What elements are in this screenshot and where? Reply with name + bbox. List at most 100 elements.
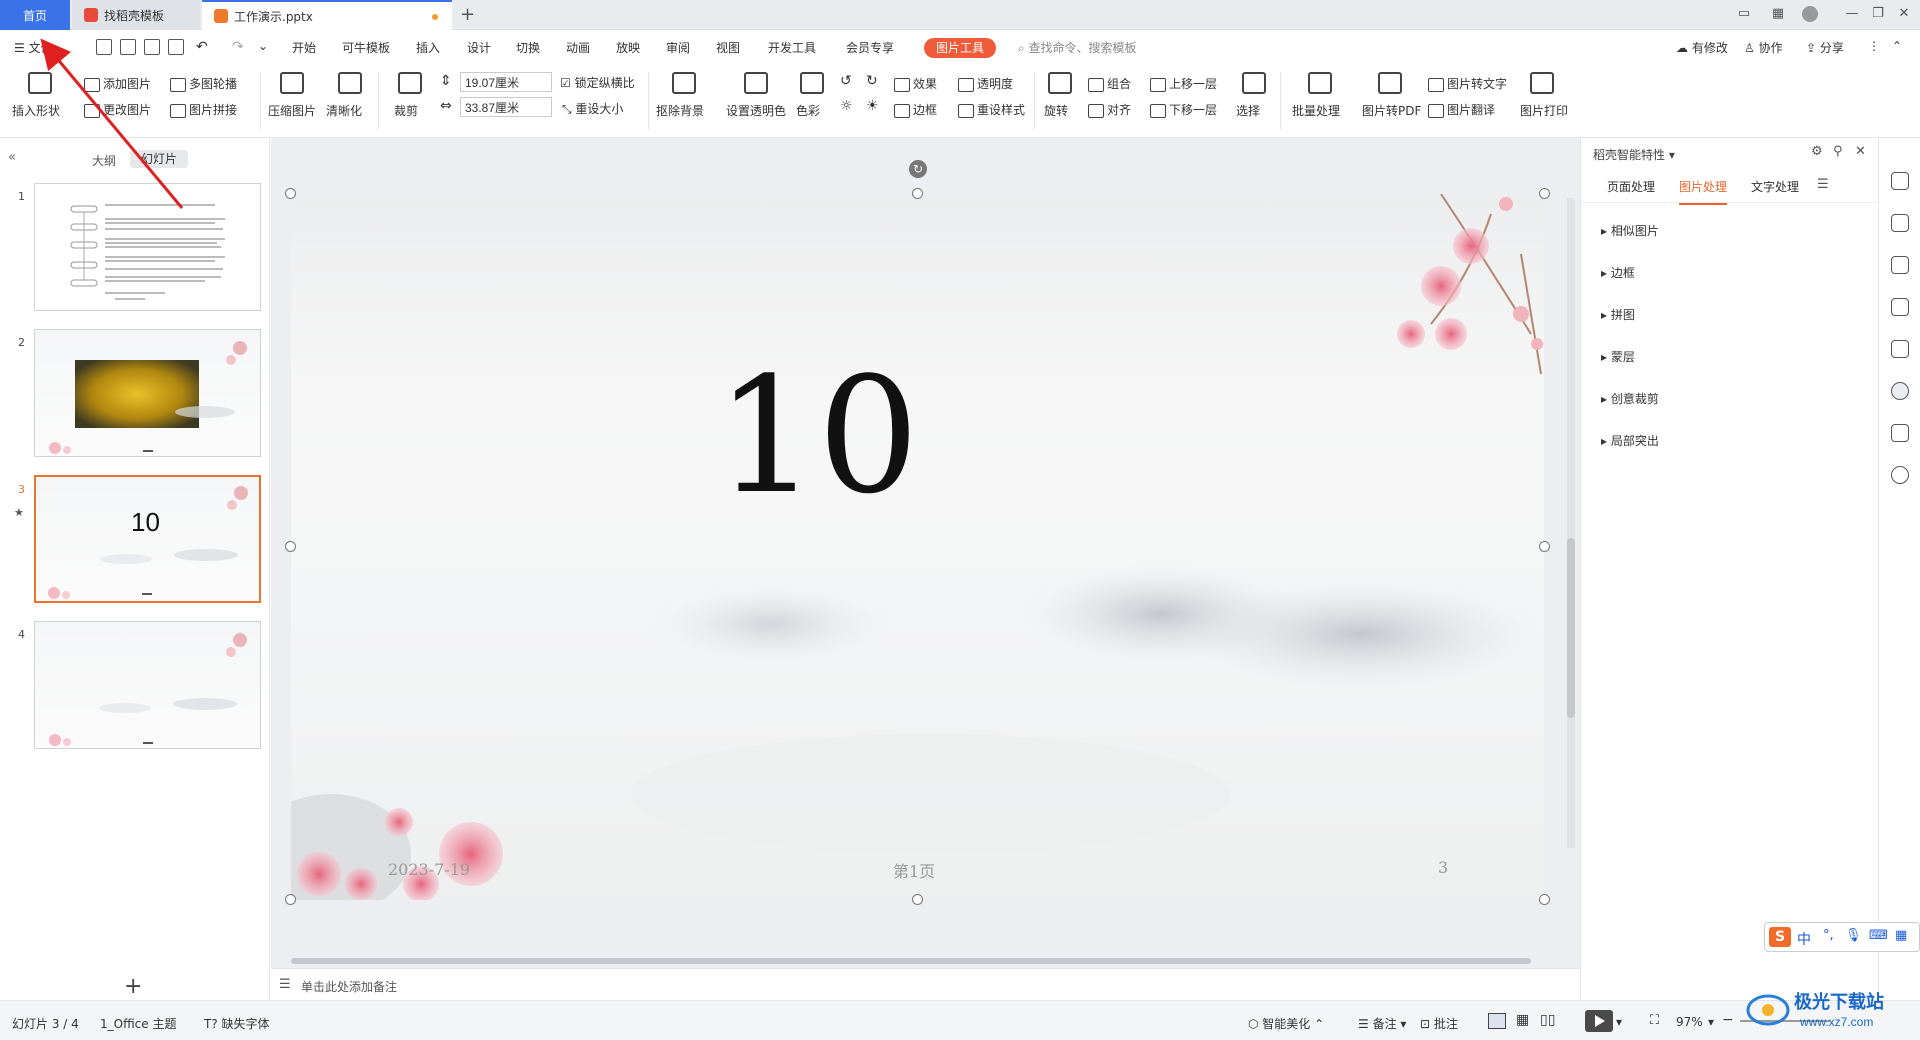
to-pdf-button[interactable]: 图片转PDF (1362, 102, 1421, 119)
resize-handle-top-right[interactable] (1539, 188, 1550, 199)
restore-icon[interactable]: ❐ (1870, 6, 1886, 22)
collapse-panel-icon[interactable]: « (8, 150, 16, 165)
rotate-handle-icon[interactable]: ↻ (909, 160, 927, 178)
rotate-right-icon[interactable]: ↻ (866, 73, 878, 89)
share-button[interactable]: ⇪ 分享 (1806, 39, 1844, 56)
menu-slideshow[interactable]: 放映 (616, 39, 640, 56)
tab-document[interactable]: 工作演示.pptx (202, 0, 452, 30)
avatar[interactable] (1802, 6, 1818, 22)
print-preview-icon[interactable] (168, 39, 184, 55)
menu-view[interactable]: 视图 (716, 39, 740, 56)
border-item[interactable]: ▸ 边框 (1601, 264, 1635, 281)
image-print-button[interactable]: 图片打印 (1520, 102, 1568, 119)
menu-review[interactable]: 审阅 (666, 39, 690, 56)
layout-icon[interactable]: ▭ (1736, 6, 1752, 22)
compress-button[interactable]: 压缩图片 (268, 102, 316, 119)
rotate-left-icon[interactable]: ↺ (840, 73, 852, 89)
normal-view-icon[interactable] (1488, 1013, 1506, 1029)
help-icon[interactable] (1891, 466, 1909, 484)
tab-home[interactable]: 首页 (0, 0, 70, 30)
menu-insert[interactable]: 插入 (416, 39, 440, 56)
image-collage-button[interactable]: 图片拼接 (170, 101, 237, 118)
changes-button[interactable]: ☁ 有修改 (1676, 39, 1728, 56)
grid-apps-icon[interactable]: ▦ (1770, 6, 1786, 22)
sliders-icon[interactable] (1891, 214, 1909, 232)
crop-button[interactable]: 裁剪 (394, 102, 418, 119)
image-width-input[interactable] (460, 72, 552, 92)
theme-name[interactable]: 1_Office 主题 (100, 1015, 176, 1032)
slide-thumbnail-3[interactable]: 10 (34, 475, 261, 603)
menu-developer[interactable]: 开发工具 (768, 39, 816, 56)
resize-handle-left[interactable] (285, 541, 296, 552)
close-panel-icon[interactable]: ✕ (1855, 144, 1866, 159)
minimize-icon[interactable]: — (1844, 6, 1860, 22)
menu-start[interactable]: 开始 (292, 39, 316, 56)
smart-beautify-button[interactable]: ⬡ 智能美化 ⌃ (1248, 1015, 1324, 1032)
similar-images-item[interactable]: ▸ 相似图片 (1601, 222, 1659, 239)
change-image-button[interactable]: 更改图片 (84, 101, 151, 118)
zoom-dropdown-icon[interactable]: ▾ (1708, 1015, 1714, 1029)
pin-icon[interactable]: ⚲ (1833, 144, 1843, 159)
group-button[interactable]: 组合 (1088, 75, 1131, 92)
reset-size-button[interactable]: ⤡ 重设大小 (562, 100, 623, 117)
vertical-scrollbar-thumb[interactable] (1567, 538, 1575, 718)
local-highlight-item[interactable]: ▸ 局部突出 (1601, 432, 1659, 449)
book-icon[interactable] (1891, 424, 1909, 442)
toolbox-icon[interactable]: ▦ (1895, 928, 1907, 943)
menu-member[interactable]: 会员专享 (846, 39, 894, 56)
transparency-button[interactable]: 透明度 (958, 75, 1013, 92)
microphone-icon[interactable]: 🎙 (1845, 928, 1862, 943)
tab-page-processing[interactable]: 页面处理 (1607, 178, 1655, 195)
punctuation-icon[interactable]: °, (1823, 928, 1834, 943)
save-icon[interactable] (96, 39, 112, 55)
slide-thumbnail-2[interactable] (34, 329, 261, 457)
rocket-icon[interactable] (1891, 172, 1909, 190)
menu-design[interactable]: 设计 (467, 39, 491, 56)
slide-thumbnail-1[interactable] (34, 183, 261, 311)
effects-button[interactable]: 效果 (894, 75, 937, 92)
notes-placeholder[interactable]: 单击此处添加备注 (301, 978, 397, 995)
star-pin-icon[interactable] (1891, 256, 1909, 274)
brightness-up-icon[interactable]: ☀ (866, 98, 879, 114)
zoom-out-icon[interactable]: − (1722, 1012, 1734, 1028)
undo-icon[interactable]: ↶ (196, 39, 208, 55)
panel-title[interactable]: 稻壳智能特性 ▾ (1593, 146, 1675, 163)
color-button[interactable]: 色彩 (796, 102, 820, 119)
zoom-level[interactable]: 97% (1676, 1015, 1703, 1029)
file-menu[interactable]: ☰ 文件 ⌄ (14, 39, 66, 56)
close-icon[interactable]: ✕ (1896, 6, 1912, 22)
align-button[interactable]: 对齐 (1088, 101, 1131, 118)
tab-outline[interactable]: 大纲 (92, 152, 116, 169)
creative-crop-item[interactable]: ▸ 创意裁剪 (1601, 390, 1659, 407)
slides-switch-icon[interactable] (1891, 298, 1909, 316)
export-icon[interactable] (120, 39, 136, 55)
slide-canvas[interactable]: 10 (291, 194, 1544, 900)
send-backward-button[interactable]: 下移一层 (1150, 101, 1217, 118)
brightness-down-icon[interactable]: ☼ (840, 98, 853, 114)
reset-style-button[interactable]: 重设样式 (958, 101, 1025, 118)
comments-button[interactable]: ⊡ 批注 (1420, 1015, 1458, 1032)
play-dropdown-icon[interactable]: ▾ (1616, 1015, 1622, 1029)
resize-handle-top-left[interactable] (285, 188, 296, 199)
redo-icon[interactable]: ↷ (232, 39, 244, 55)
to-text-button[interactable]: 图片转文字 (1428, 75, 1507, 92)
menu-kaniu-template[interactable]: 可牛模板 (342, 39, 390, 56)
multi-carousel-button[interactable]: 多图轮播 (170, 75, 237, 92)
notes-bar[interactable]: ☰ 单击此处添加备注 (271, 968, 1580, 1000)
image-tools-icon[interactable] (1891, 340, 1909, 358)
mask-item[interactable]: ▸ 蒙层 (1601, 348, 1635, 365)
settings-icon[interactable]: ⚙ (1811, 144, 1823, 159)
keyboard-icon[interactable]: ⌨ (1869, 928, 1888, 943)
print-icon[interactable] (144, 39, 160, 55)
select-button[interactable]: 选择 (1236, 102, 1260, 119)
menu-animation[interactable]: 动画 (566, 39, 590, 56)
resize-handle-right[interactable] (1539, 541, 1550, 552)
tab-template[interactable]: 找稻壳模板 (72, 0, 200, 30)
insert-shape-button[interactable]: 插入形状 (12, 102, 60, 119)
missing-font-button[interactable]: T? 缺失字体 (204, 1015, 270, 1032)
set-transparent-button[interactable]: 设置透明色 (726, 102, 786, 119)
collapse-ribbon-icon[interactable]: ⌃ (1892, 39, 1902, 53)
ime-toolbar[interactable]: S 中 °, 🎙 ⌨ ▦ (1764, 922, 1920, 952)
collage-item[interactable]: ▸ 拼图 (1601, 306, 1635, 323)
tab-text-processing[interactable]: 文字处理 (1751, 178, 1799, 195)
